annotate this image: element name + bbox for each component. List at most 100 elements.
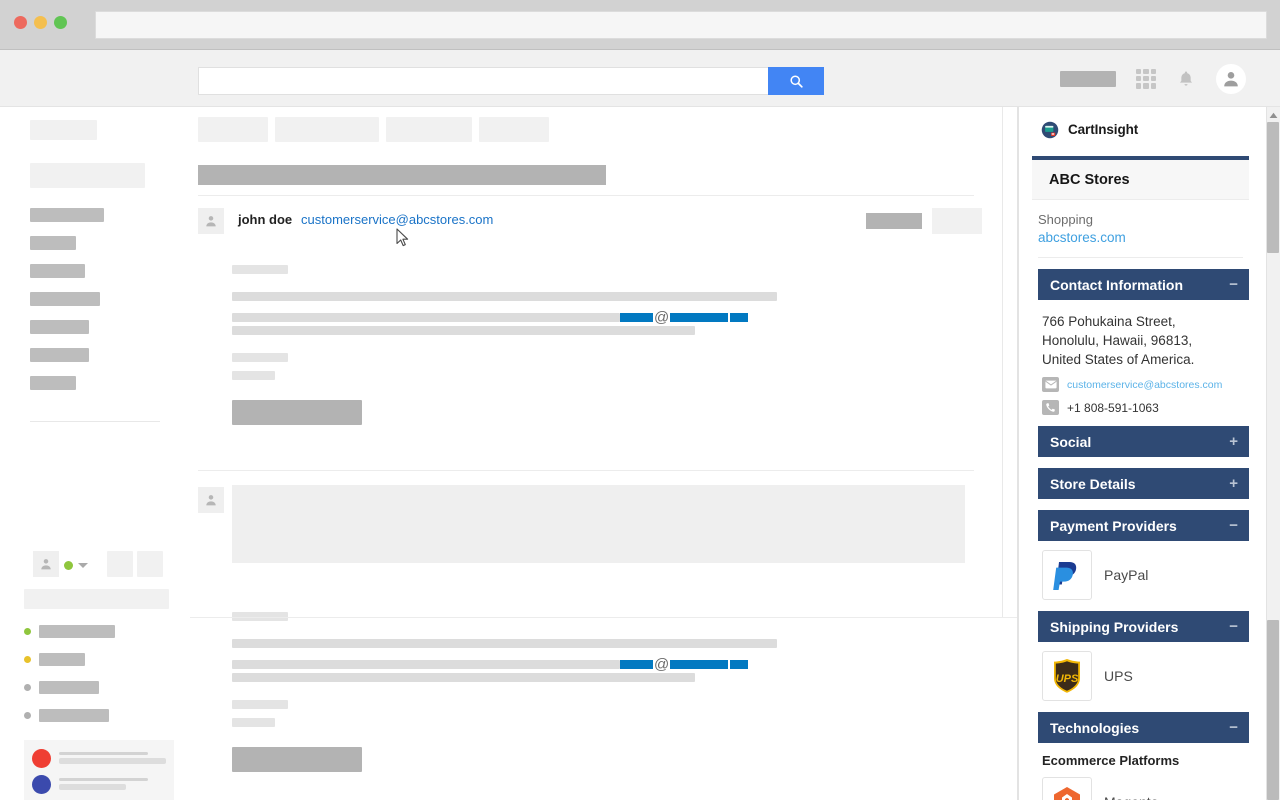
contact-name-placeholder xyxy=(39,680,99,694)
list-item[interactable] xyxy=(32,772,166,796)
section-toggle-icon[interactable]: − xyxy=(1229,518,1238,533)
message-timestamp-placeholder xyxy=(866,213,922,229)
app-root: john doe customerservice@abcstores.com @ xyxy=(0,0,1280,800)
sidebar-item-5[interactable] xyxy=(30,320,89,334)
section-header-technologies[interactable]: Technologies − xyxy=(1038,712,1249,743)
magento-logo-icon xyxy=(1042,777,1092,800)
tab-placeholder-1[interactable] xyxy=(198,117,268,142)
account-avatar-icon[interactable] xyxy=(1216,63,1246,94)
payment-provider-item[interactable]: PayPal xyxy=(1042,550,1249,600)
section-toggle-icon[interactable]: + xyxy=(1229,434,1238,449)
list-item[interactable] xyxy=(24,619,174,643)
section-header-shipping-providers[interactable]: Shipping Providers − xyxy=(1038,611,1249,642)
store-name: ABC Stores xyxy=(1032,160,1249,200)
technology-item[interactable]: Magento xyxy=(1042,777,1249,800)
body-block-footer xyxy=(232,400,362,425)
list-item[interactable] xyxy=(24,675,174,699)
section-body-contact-information: 766 Pohukaina Street, Honolulu, Hawaii, … xyxy=(1032,312,1249,415)
status-dot xyxy=(24,627,31,635)
compose-button-placeholder[interactable] xyxy=(30,120,97,140)
window-controls xyxy=(14,16,67,29)
card-divider xyxy=(1038,257,1243,258)
address-line-2: Honolulu, Hawaii, 96813, xyxy=(1042,333,1193,348)
apps-grid-icon[interactable] xyxy=(1136,68,1156,89)
sidebar-item-1[interactable] xyxy=(30,208,104,222)
section-toggle-icon[interactable]: − xyxy=(1229,619,1238,634)
message-actions-placeholder[interactable] xyxy=(932,208,982,234)
body-line xyxy=(232,673,695,682)
window-minimize-button[interactable] xyxy=(34,16,47,29)
list-item[interactable] xyxy=(32,746,166,770)
at-sign-icon: @ xyxy=(654,656,670,674)
scroll-up-arrow-icon[interactable] xyxy=(1267,109,1279,121)
at-sign-icon: @ xyxy=(654,309,670,327)
panel-scrollbar-thumb-lower[interactable] xyxy=(1267,620,1279,800)
avatar xyxy=(32,748,51,768)
store-website-link[interactable]: abcstores.com xyxy=(1032,227,1249,245)
section-toggle-icon[interactable]: − xyxy=(1229,277,1238,292)
window-close-button[interactable] xyxy=(14,16,27,29)
section-header-contact-information[interactable]: Contact Information − xyxy=(1038,269,1249,300)
message-subject-placeholder xyxy=(198,165,606,185)
payment-provider-name: PayPal xyxy=(1104,567,1149,583)
chat-avatar[interactable] xyxy=(33,551,59,577)
sidebar-item-4[interactable] xyxy=(30,292,100,306)
body-line xyxy=(232,292,777,301)
sender-email[interactable]: customerservice@abcstores.com xyxy=(301,212,493,227)
contact-email[interactable]: customerservice@abcstores.com xyxy=(1067,379,1222,391)
cartinsight-logo-icon xyxy=(1041,121,1059,138)
message-divider xyxy=(198,470,974,471)
person-lines xyxy=(59,752,166,764)
message-body-2: @ xyxy=(232,612,972,772)
chat-contact-list xyxy=(24,619,174,731)
phone-icon xyxy=(1042,400,1059,415)
search-input[interactable] xyxy=(198,67,768,95)
avatar xyxy=(198,487,224,513)
person-glyph xyxy=(1224,71,1238,86)
sender-name: john doe xyxy=(238,212,293,227)
mailbox-selector-placeholder[interactable] xyxy=(30,163,145,188)
list-item[interactable] xyxy=(24,647,174,671)
tab-placeholder-3[interactable] xyxy=(386,117,472,142)
sidebar-item-3[interactable] xyxy=(30,264,85,278)
browser-url-bar[interactable] xyxy=(95,11,1267,39)
section-title: Shipping Providers xyxy=(1050,618,1179,635)
section-title: Technologies xyxy=(1050,719,1140,736)
mail-search-group xyxy=(198,67,824,95)
technology-name: Magento xyxy=(1104,794,1158,800)
sidebar-item-6[interactable] xyxy=(30,348,89,362)
chat-search-placeholder[interactable] xyxy=(24,589,169,609)
section-header-payment-providers[interactable]: Payment Providers − xyxy=(1038,510,1249,541)
list-item[interactable] xyxy=(24,703,174,727)
panel-scrollbar-thumb-upper[interactable] xyxy=(1267,122,1279,253)
message-header: john doe customerservice@abcstores.com xyxy=(198,208,982,238)
search-button[interactable] xyxy=(768,67,824,95)
window-maximize-button[interactable] xyxy=(54,16,67,29)
contact-name-placeholder xyxy=(39,708,109,722)
technologies-subheading: Ecommerce Platforms xyxy=(1042,753,1180,768)
contact-email-row[interactable]: customerservice@abcstores.com xyxy=(1042,377,1249,392)
sidebar-item-2[interactable] xyxy=(30,236,76,250)
body-line-signature xyxy=(232,371,275,380)
ups-glyph: UPS xyxy=(1054,659,1080,693)
quoted-message-placeholder xyxy=(232,485,965,563)
body-line-signoff xyxy=(232,700,288,709)
sidebar-item-7[interactable] xyxy=(30,376,76,390)
tab-placeholder-4[interactable] xyxy=(479,117,549,142)
search-icon xyxy=(789,74,803,88)
tab-placeholder-2[interactable] xyxy=(275,117,379,142)
section-toggle-icon[interactable]: − xyxy=(1229,720,1238,735)
section-toggle-icon[interactable]: + xyxy=(1229,476,1238,491)
sidebar-divider xyxy=(30,421,160,422)
section-header-social[interactable]: Social + xyxy=(1038,426,1249,457)
cartinsight-panel: CartInsight ABC Stores Shopping abcstore… xyxy=(1018,107,1280,800)
chat-action-1[interactable] xyxy=(107,551,133,577)
chat-status-dot[interactable] xyxy=(64,561,73,570)
body-line-signoff xyxy=(232,353,288,362)
shipping-provider-item[interactable]: UPS UPS xyxy=(1042,651,1249,701)
chat-action-2[interactable] xyxy=(137,551,163,577)
contact-phone-row[interactable]: +1 808-591-1063 xyxy=(1042,400,1249,415)
bell-icon[interactable] xyxy=(1176,69,1196,89)
section-header-store-details[interactable]: Store Details + xyxy=(1038,468,1249,499)
chevron-down-icon[interactable] xyxy=(78,563,88,568)
